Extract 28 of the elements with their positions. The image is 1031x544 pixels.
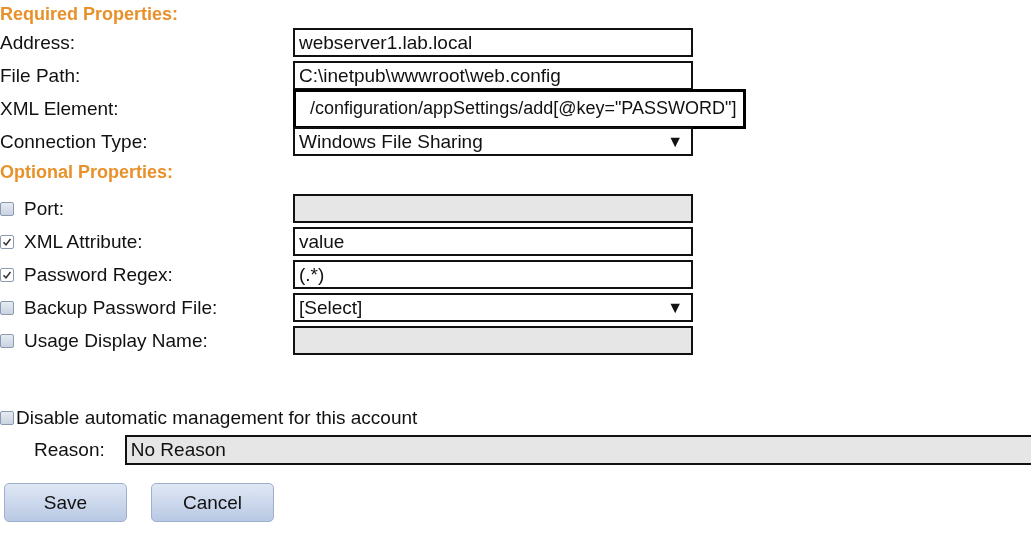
field-label: Connection Type: [0,130,148,153]
section-heading: Required Properties: [0,4,180,26]
field-label: Reason: [34,439,105,461]
field-label: Port: [24,197,65,220]
checkbox[interactable] [0,411,14,425]
checkbox[interactable] [0,267,14,282]
input-field[interactable]: /configuration/appSettings/add[@key="PASSWORD"] [293,88,746,129]
field-label: XML Element: [0,97,119,120]
input-field[interactable]: C:\inetpub\wwwroot\web.config [293,61,693,90]
checkbox[interactable] [0,201,14,216]
input-field[interactable]: (.*) [293,260,693,289]
field-label: XML Attribute: [24,230,143,253]
field-label: Backup Password File: [24,296,218,319]
checkbox[interactable] [0,300,14,315]
field-label: File Path: [0,64,81,87]
checkbox[interactable] [0,234,14,249]
dropdown[interactable]: Windows File Sharing ▼ [293,127,693,156]
field-label: Password Regex: [24,263,173,286]
checkbox[interactable] [0,333,14,348]
input-field[interactable]: webserver1.lab.local [293,28,693,57]
field-label: Usage Display Name: [24,329,208,352]
cancel-button[interactable]: Cancel [151,483,274,522]
input-field[interactable]: value [293,227,693,256]
save-button[interactable]: Save [4,483,127,522]
checkbox-label: Disable automatic management for this account [16,407,418,429]
section-heading: Optional Properties: [0,162,175,184]
field-label: Address: [0,31,75,54]
dropdown[interactable]: [Select] ▼ [293,293,693,322]
